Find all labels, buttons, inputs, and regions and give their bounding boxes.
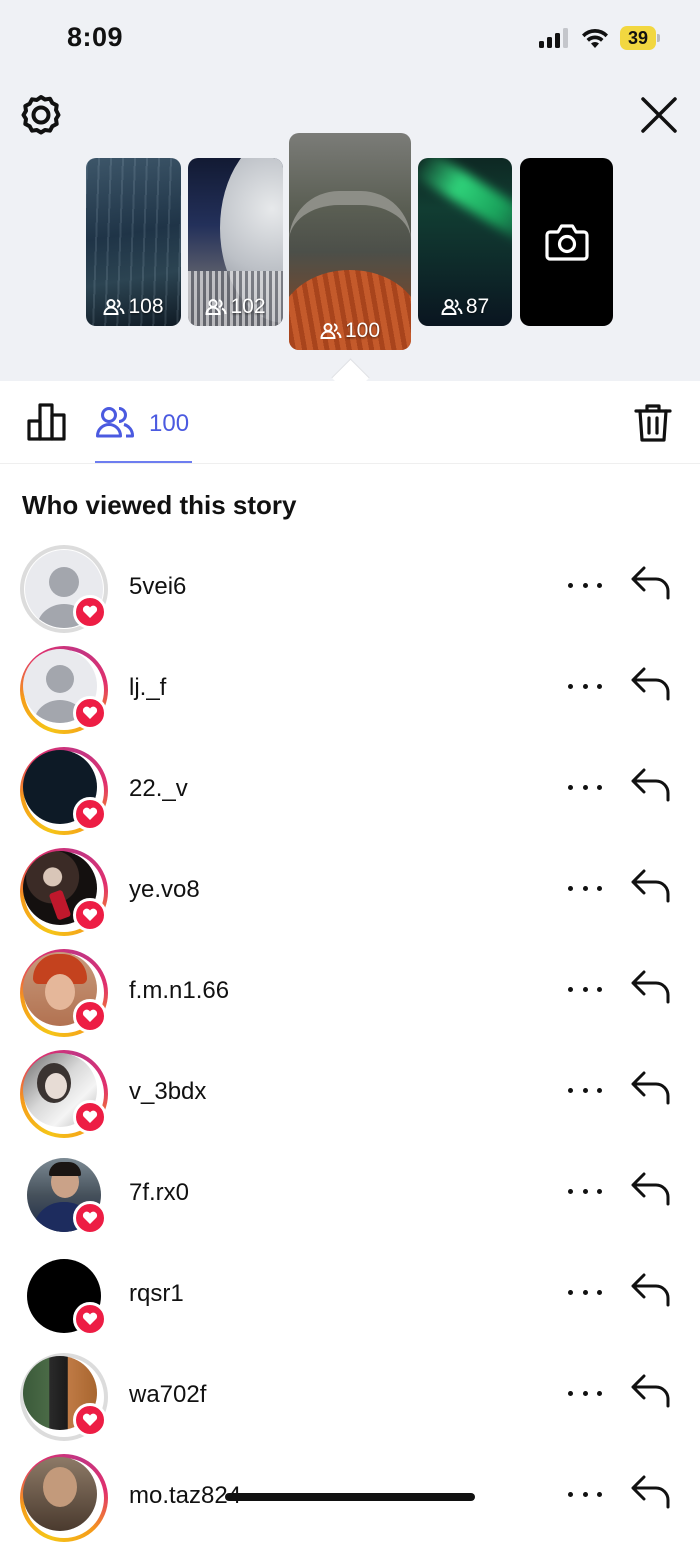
- heart-icon: [73, 1100, 107, 1134]
- viewer-row[interactable]: f.m.n1.66: [0, 949, 700, 1050]
- avatar[interactable]: [20, 1050, 108, 1138]
- more-options-icon[interactable]: [568, 1484, 602, 1504]
- reply-arrow-icon[interactable]: [630, 1171, 672, 1207]
- viewer-row[interactable]: ye.vo8: [0, 848, 700, 949]
- viewers-icon: [96, 407, 134, 438]
- viewer-row[interactable]: v_3bdx: [0, 1050, 700, 1151]
- viewers-icon: [320, 323, 342, 339]
- story-viewer-count: 102: [230, 295, 266, 318]
- viewer-username[interactable]: wa702f: [129, 1381, 206, 1409]
- heart-icon: [73, 898, 107, 932]
- list-title: Who viewed this story: [22, 490, 297, 520]
- camera-icon: [545, 224, 589, 261]
- viewer-username[interactable]: v_3bdx: [129, 1078, 206, 1106]
- story-thumbnail[interactable]: 87: [418, 158, 512, 326]
- more-options-icon[interactable]: [568, 676, 602, 696]
- viewer-row[interactable]: 5vei6: [0, 545, 700, 646]
- heart-icon: [73, 1201, 107, 1235]
- story-viewer-count: 100: [344, 319, 381, 342]
- story-thumbnail-selected[interactable]: 100: [289, 133, 411, 350]
- avatar[interactable]: [20, 1353, 108, 1441]
- heart-icon: [73, 797, 107, 831]
- settings-gear-icon[interactable]: [20, 94, 62, 136]
- battery-level: 39: [620, 26, 656, 50]
- heart-icon: [73, 1403, 107, 1437]
- viewer-row[interactable]: rqsr1: [0, 1252, 700, 1353]
- avatar[interactable]: [20, 1252, 108, 1340]
- avatar[interactable]: [20, 848, 108, 936]
- viewer-username[interactable]: lj._f: [129, 674, 166, 702]
- tab-viewers[interactable]: 100: [95, 381, 192, 463]
- reply-arrow-icon[interactable]: [630, 969, 672, 1005]
- wifi-icon: [582, 28, 608, 48]
- reply-arrow-icon[interactable]: [630, 1070, 672, 1106]
- add-story-camera-button[interactable]: [520, 158, 613, 326]
- viewer-username[interactable]: 22._v: [129, 775, 188, 803]
- status-time: 8:09: [67, 22, 124, 52]
- viewer-row[interactable]: 22._v: [0, 747, 700, 848]
- viewer-row[interactable]: wa702f: [0, 1353, 700, 1454]
- avatar[interactable]: [20, 545, 108, 633]
- bar-chart-icon[interactable]: [26, 403, 68, 441]
- more-options-icon[interactable]: [568, 1080, 602, 1100]
- viewer-username[interactable]: f.m.n1.66: [129, 977, 229, 1005]
- viewers-icon: [441, 299, 463, 315]
- story-viewer-count: 87: [465, 295, 490, 318]
- heart-icon: [73, 696, 107, 730]
- viewer-row[interactable]: lj._f: [0, 646, 700, 747]
- reply-arrow-icon[interactable]: [630, 1272, 672, 1308]
- heart-icon: [73, 999, 107, 1033]
- avatar[interactable]: [20, 1151, 108, 1239]
- reply-arrow-icon[interactable]: [630, 767, 672, 803]
- cellular-signal-icon: [539, 28, 571, 48]
- avatar[interactable]: [20, 949, 108, 1037]
- heart-icon: [73, 1302, 107, 1336]
- trash-icon[interactable]: [634, 403, 672, 443]
- more-options-icon[interactable]: [568, 1383, 602, 1403]
- battery-icon: 39: [620, 26, 660, 50]
- viewers-icon: [103, 299, 125, 315]
- avatar[interactable]: [20, 1454, 108, 1542]
- more-options-icon[interactable]: [568, 878, 602, 898]
- story-thumbnail[interactable]: 108: [86, 158, 181, 326]
- viewer-username[interactable]: rqsr1: [129, 1280, 184, 1308]
- more-options-icon[interactable]: [568, 1181, 602, 1201]
- story-insights-tabs: 100: [0, 381, 700, 464]
- avatar[interactable]: [20, 646, 108, 734]
- story-thumbnail[interactable]: 102: [188, 158, 283, 326]
- reply-arrow-icon[interactable]: [630, 1373, 672, 1409]
- viewer-username[interactable]: ye.vo8: [129, 876, 200, 904]
- status-bar: 8:09 39: [0, 0, 700, 80]
- viewer-row[interactable]: 7f.rx0: [0, 1151, 700, 1252]
- story-viewer-count: 108: [128, 295, 164, 318]
- reply-arrow-icon[interactable]: [630, 565, 672, 601]
- close-icon[interactable]: [638, 94, 680, 136]
- avatar[interactable]: [20, 747, 108, 835]
- home-indicator: [225, 1493, 475, 1501]
- more-options-icon[interactable]: [568, 1282, 602, 1302]
- reply-arrow-icon[interactable]: [630, 1474, 672, 1510]
- more-options-icon[interactable]: [568, 979, 602, 999]
- viewers-icon: [205, 299, 227, 315]
- viewers-tab-count: 100: [149, 410, 190, 437]
- viewer-row[interactable]: mo.taz824: [0, 1454, 700, 1555]
- more-options-icon[interactable]: [568, 575, 602, 595]
- reply-arrow-icon[interactable]: [630, 868, 672, 904]
- more-options-icon[interactable]: [568, 777, 602, 797]
- viewer-username[interactable]: 7f.rx0: [129, 1179, 189, 1207]
- viewer-username[interactable]: 5vei6: [129, 573, 186, 601]
- heart-icon: [73, 595, 107, 629]
- reply-arrow-icon[interactable]: [630, 666, 672, 702]
